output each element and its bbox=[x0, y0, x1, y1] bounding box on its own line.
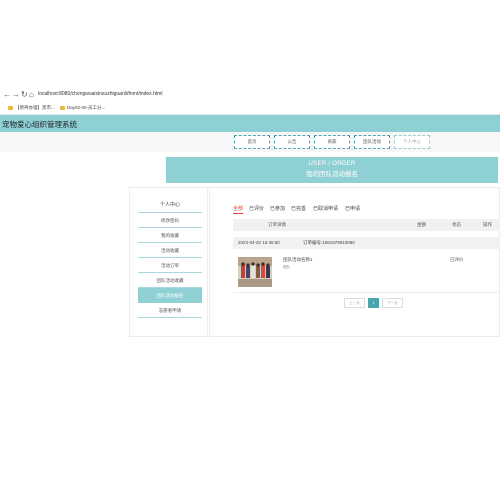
reload-icon[interactable]: ↻ bbox=[21, 90, 28, 100]
tab-participated[interactable]: 已参加 bbox=[270, 205, 285, 212]
page-banner: USER / ORDER 我的团队活动报名 bbox=[166, 157, 498, 183]
tab-cancelled[interactable]: 已取消申请 bbox=[313, 205, 338, 212]
sidebar-item-change-password[interactable]: 修改密码 bbox=[138, 213, 202, 228]
order-row-header: 2023-04-20 16:36:50 订单编号:1681979810090 bbox=[233, 237, 500, 249]
bookmark-item[interactable]: 【原神办理】黑市... bbox=[8, 105, 55, 111]
bookmark-label: Day02-05-员工分... bbox=[67, 105, 106, 110]
url-field[interactable]: localhost:8080/chongwuaixinzuzhiguanli/f… bbox=[38, 91, 163, 97]
folder-icon bbox=[60, 106, 65, 110]
tab-all[interactable]: 全部 bbox=[233, 205, 244, 214]
banner-title: 我的团队活动报名 bbox=[306, 171, 358, 178]
site-title: 宠物爱心组织管理系统 bbox=[2, 120, 77, 129]
banner-subtitle: USER / ORDER bbox=[308, 161, 356, 167]
nav-merchant[interactable]: 商家 bbox=[314, 135, 350, 149]
tab-completed[interactable]: 已完善 bbox=[291, 205, 306, 212]
sidebar-header: 个人中心 bbox=[138, 198, 202, 213]
activity-type: 团队 bbox=[283, 265, 290, 269]
order-number: 订单编号:1681979810090 bbox=[303, 240, 355, 245]
bookmarks-bar: 【原神办理】黑市... Day02-05-员工分... bbox=[0, 102, 500, 115]
sidebar-item-volunteer-application[interactable]: 志愿者申请 bbox=[138, 303, 202, 318]
table-header: 订单详情 金额 状态 操作 bbox=[233, 219, 500, 231]
activity-thumbnail[interactable] bbox=[238, 257, 272, 287]
column-details: 订单详情 bbox=[268, 222, 286, 227]
sidebar: 个人中心 修改密码 我的收藏 活动收藏 活动订单 团队活动收藏 团队活动报名 志… bbox=[129, 187, 208, 337]
prev-page-button[interactable]: 上一页 bbox=[344, 298, 365, 308]
back-icon[interactable]: ← bbox=[3, 90, 11, 100]
tab-reviewed[interactable]: 已评价 bbox=[249, 205, 264, 212]
order-time: 2023-04-20 16:36:50 bbox=[238, 240, 280, 245]
tab-applied[interactable]: 已申请 bbox=[345, 205, 360, 212]
browser-address-bar: ← → ↻ ⌂ localhost:8080/chongwuaixinzuzhi… bbox=[0, 88, 500, 102]
sidebar-item-activity-orders[interactable]: 活动订单 bbox=[138, 258, 202, 273]
current-page-button[interactable]: 1 bbox=[368, 298, 379, 308]
home-icon[interactable]: ⌂ bbox=[29, 90, 34, 100]
site-header: 宠物爱心组织管理系统 bbox=[0, 115, 500, 132]
nav-team-activity[interactable]: 团队活动 bbox=[354, 135, 390, 149]
column-amount: 金额 bbox=[417, 222, 426, 227]
folder-icon bbox=[8, 106, 13, 110]
column-action: 操作 bbox=[483, 222, 492, 227]
order-panel: 全部 已评价 已参加 已完善 已取消申请 已申请 订单详情 金额 状态 操作 2… bbox=[209, 187, 500, 337]
forward-icon[interactable]: → bbox=[12, 90, 20, 100]
group-photo-image bbox=[238, 257, 272, 287]
top-nav: 首页 公告 商家 团队活动 个人中心 bbox=[0, 132, 500, 152]
sidebar-item-team-activity-signup[interactable]: 团队活动报名 bbox=[138, 288, 202, 303]
nav-notice[interactable]: 公告 bbox=[274, 135, 310, 149]
nav-home[interactable]: 首页 bbox=[234, 135, 270, 149]
row-divider bbox=[233, 292, 500, 293]
order-status: 已评价 bbox=[450, 257, 464, 262]
activity-name[interactable]: 团队活动名称1 bbox=[283, 257, 313, 263]
next-page-button[interactable]: 下一页 bbox=[382, 298, 403, 308]
bookmark-item[interactable]: Day02-05-员工分... bbox=[60, 105, 105, 111]
column-status: 状态 bbox=[452, 222, 461, 227]
sidebar-item-team-activity-favorites[interactable]: 团队活动收藏 bbox=[138, 273, 202, 288]
sidebar-item-activity-favorites[interactable]: 活动收藏 bbox=[138, 243, 202, 258]
sidebar-item-my-favorites[interactable]: 我的收藏 bbox=[138, 228, 202, 243]
bookmark-label: 【原神办理】黑市... bbox=[15, 105, 55, 110]
nav-personal-center[interactable]: 个人中心 bbox=[394, 135, 430, 149]
